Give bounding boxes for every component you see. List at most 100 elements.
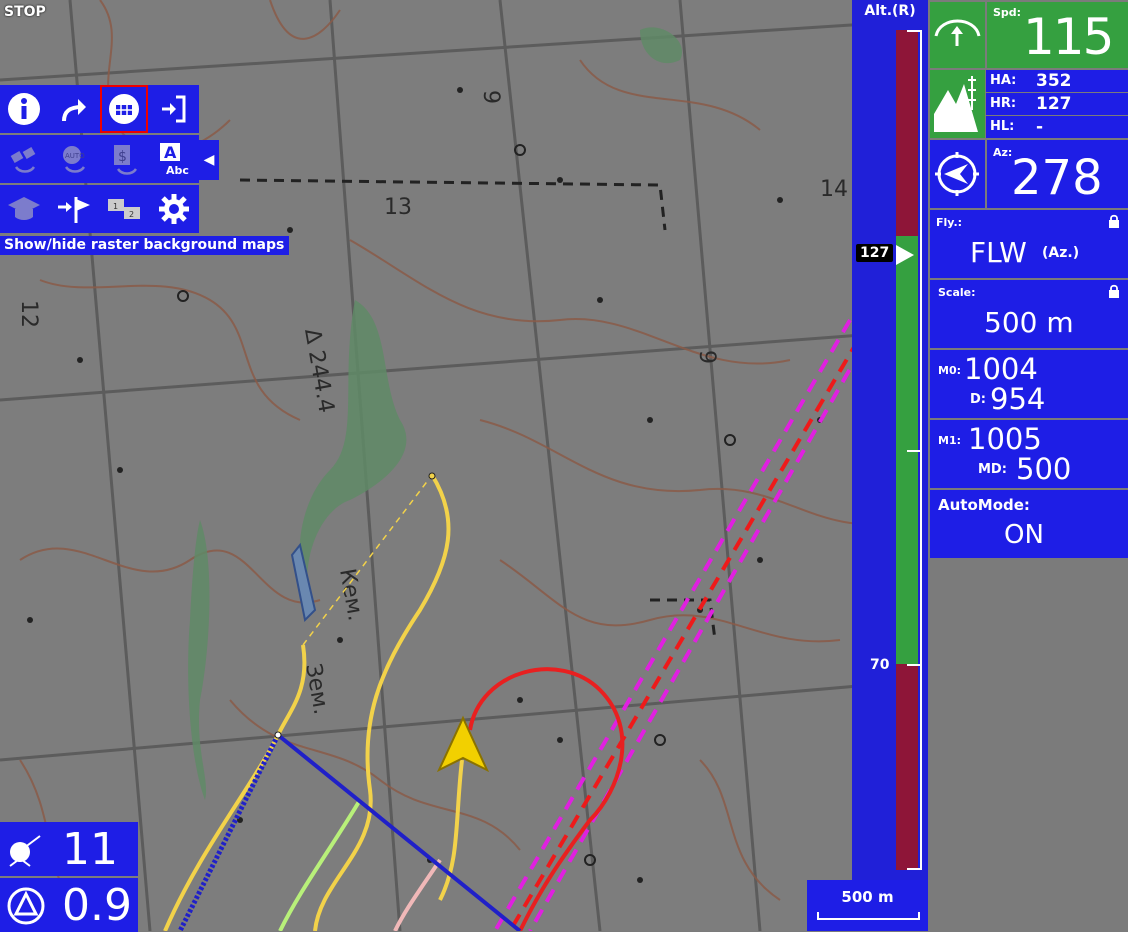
azimuth-label: Az: — [993, 146, 1013, 159]
toolbar-row-1 — [0, 85, 199, 133]
exit-route-button[interactable] — [150, 85, 198, 133]
scale-label: Scale: — [938, 286, 976, 299]
dollar-sync-button[interactable]: $ — [100, 135, 148, 183]
terrain-mode-button[interactable] — [930, 70, 985, 138]
accuracy-icon — [7, 887, 45, 925]
hdop-cell: 0.9 — [0, 878, 138, 932]
settings-button[interactable] — [150, 185, 198, 233]
dollar-sync-icon: $ — [114, 145, 138, 175]
satellite-icon — [9, 835, 41, 867]
raster-map-icon — [109, 94, 139, 124]
m1-cell: M1: 1005 MD: 500 — [930, 420, 1128, 488]
hl-label: HL: — [990, 119, 1015, 134]
graduation-cap-icon — [8, 197, 40, 220]
ha-value: 352 — [1036, 71, 1072, 91]
d-label: D: — [970, 392, 986, 407]
toolbar-row-3: 12 — [0, 185, 199, 233]
toolbar: AUTO $ A Abc ◀ 12 — [0, 85, 219, 235]
md-value: 500 — [1016, 452, 1072, 486]
map-scale-bar: 500 m — [807, 880, 928, 931]
compass-mode-button[interactable] — [930, 140, 985, 208]
m0-value: 1004 — [964, 352, 1038, 386]
training-button[interactable] — [0, 185, 48, 233]
info-button[interactable] — [0, 85, 48, 133]
map-scale-label: 500 m — [841, 888, 894, 906]
font-size-button[interactable]: A Abc — [150, 135, 198, 183]
automode-value: ON — [1004, 520, 1044, 550]
altitude-pointer-icon — [896, 245, 914, 265]
hl-value: - — [1036, 117, 1044, 137]
speed-mode-button[interactable] — [930, 2, 985, 68]
exit-route-icon — [162, 95, 186, 123]
m0-cell: M0: 1004 D: 954 — [930, 350, 1128, 418]
waypoint-button[interactable] — [50, 185, 98, 233]
fly-suffix: (Az.) — [1042, 245, 1080, 261]
speed-label: Spd: — [993, 6, 1022, 19]
fly-label: Fly.: — [936, 216, 963, 229]
speed-value: 115 — [1023, 8, 1114, 66]
automode-cell[interactable]: AutoMode: ON — [930, 490, 1128, 558]
speed-cell: Spd: 115 — [987, 2, 1128, 68]
hl-row: HL: - — [986, 116, 1128, 138]
hr-label: HR: — [990, 96, 1017, 111]
return-arrow-icon — [62, 99, 86, 122]
info-panel: Spd: 115 HA: 352 HR: 127 HL: - Az: 278 Fly.… — [928, 0, 1128, 931]
svg-text:13: 13 — [384, 195, 412, 220]
auto-sync-button[interactable]: AUTO — [50, 135, 98, 183]
altitude-title: Alt.(R) — [864, 3, 916, 19]
automode-label: AutoMode: — [938, 496, 1030, 514]
tooltip: Show/hide raster background maps — [0, 236, 290, 255]
svg-text:9: 9 — [694, 350, 719, 364]
mountain-icon — [934, 76, 978, 132]
svg-text:A: A — [164, 143, 177, 162]
lock-icon — [1109, 214, 1119, 228]
satellites-cell: 11 — [0, 822, 138, 876]
satellite-sync-icon — [10, 147, 36, 173]
raster-maps-toggle-button[interactable] — [100, 85, 148, 133]
altitude-bar: Alt.(R) 127 70 — [852, 0, 928, 880]
auto-sync-icon: AUTO — [63, 146, 85, 173]
d-value: 954 — [990, 382, 1046, 416]
satellite-sync-button[interactable] — [0, 135, 48, 183]
waypoint-flag-icon — [58, 197, 90, 223]
svg-text:2: 2 — [129, 210, 134, 219]
hdop-value: 0.9 — [62, 880, 132, 931]
info-icon — [8, 93, 40, 125]
ha-label: HA: — [990, 73, 1017, 88]
fly-mode-cell[interactable]: Fly.: FLW (Az.) — [930, 210, 1128, 278]
scale-value: 500 m — [984, 306, 1074, 339]
toolbar-row-2: AUTO $ A Abc — [0, 135, 199, 183]
compass-icon — [935, 152, 979, 196]
svg-text:9: 9 — [478, 90, 503, 104]
svg-text:1: 1 — [113, 202, 118, 211]
svg-text:12: 12 — [16, 300, 41, 328]
satellites-count: 11 — [62, 824, 118, 875]
screens-button[interactable]: 12 — [100, 185, 148, 233]
svg-text:Abc: Abc — [166, 164, 189, 177]
lock-icon — [1109, 284, 1119, 298]
font-abc-icon: A Abc — [160, 143, 189, 177]
azimuth-cell: Az: 278 — [987, 140, 1128, 208]
screens-icon: 12 — [108, 199, 140, 219]
svg-text:AUTO: AUTO — [65, 152, 85, 160]
status-label: STOP — [4, 4, 46, 20]
scale-cell[interactable]: Scale: 500 m — [930, 280, 1128, 348]
m1-value: 1005 — [968, 422, 1042, 456]
fly-value: FLW — [970, 236, 1027, 269]
ha-row: HA: 352 — [986, 70, 1128, 92]
altitude-mark-low: 70 — [870, 657, 890, 673]
m1-label: M1: — [938, 434, 961, 447]
m0-label: M0: — [938, 364, 961, 377]
chevron-left-icon: ◀ — [203, 152, 215, 168]
md-label: MD: — [978, 462, 1007, 477]
gear-icon — [159, 194, 189, 224]
toolbar-collapse-button[interactable]: ◀ — [199, 140, 219, 180]
hr-row: HR: 127 — [986, 93, 1128, 115]
azimuth-value: 278 — [1011, 150, 1103, 206]
altitude-current-marker: 127 — [856, 244, 894, 262]
svg-text:$: $ — [118, 149, 127, 165]
svg-text:14: 14 — [820, 177, 848, 202]
hr-value: 127 — [1036, 94, 1072, 114]
speedometer-icon — [934, 19, 981, 46]
return-button[interactable] — [50, 85, 98, 133]
